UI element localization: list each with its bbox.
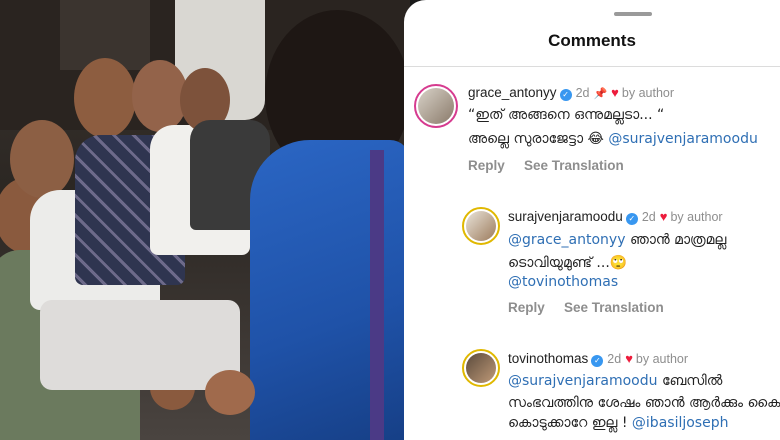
mention-tovinothomas[interactable]: @tovinothomas <box>508 274 618 290</box>
event-photo <box>0 0 410 440</box>
liked-by-author-label: by author <box>670 210 723 224</box>
comment-3-header: tovinothomas ✓ 2d ♥ by author <box>508 351 688 367</box>
liked-by-author-label: by author <box>635 352 689 366</box>
comment-text: ഞാൻ മാത്രമല്ല <box>629 232 727 248</box>
comment-3-line-1: @surajvenjaramoodu ബേസിൽ <box>508 373 722 389</box>
comment-2-line-1: @grace_antonyy ഞാൻ മാത്രമല്ല <box>508 232 726 248</box>
see-translation-button[interactable]: See Translation <box>564 300 664 315</box>
verified-badge-icon: ✓ <box>625 213 638 225</box>
liked-by-author-label: by author <box>621 86 675 100</box>
comment-text: ബേസിൽ <box>661 373 723 389</box>
avatar-image <box>466 353 496 383</box>
comment-text: കൊടുക്കാറേ ഇല്ല ! <box>508 415 628 431</box>
mention-surajvenjaramoodu[interactable]: @surajvenjaramoodu <box>508 373 658 389</box>
heart-icon: ♥ <box>625 351 633 366</box>
comment-3-line-3: കൊടുക്കാറേ ഇല്ല ! @ibasiljoseph <box>508 415 728 431</box>
avatar-tovinothomas[interactable] <box>462 349 500 387</box>
mention-surajvenjaramoodu[interactable]: @surajvenjaramoodu <box>608 131 758 147</box>
heart-icon: ♥ <box>659 209 668 224</box>
avatar-image <box>466 211 496 241</box>
avatar-image <box>418 88 454 124</box>
mention-ibasiljoseph[interactable]: @ibasiljoseph <box>632 415 729 431</box>
seated-man-2-head <box>10 120 74 198</box>
comment-3-line-2: സംഭവത്തിനു ശേഷം ഞാൻ ആർക്കും കൈ <box>508 395 780 411</box>
seated-man-3-head <box>74 58 136 138</box>
reply-button[interactable]: Reply <box>468 158 505 173</box>
handshake-hands <box>205 370 255 415</box>
verified-badge-icon: ✓ <box>559 89 572 101</box>
mention-grace-antonyy[interactable]: @grace_antonyy <box>508 232 625 248</box>
comment-2-line-2: ടൊവിയുമുണ്ട് ...🙄 <box>508 255 628 271</box>
avatar-surajvenjaramoodu[interactable] <box>462 207 500 245</box>
verified-badge-icon: ✓ <box>591 355 604 367</box>
pin-icon: 📌 <box>593 88 608 100</box>
username-grace-antonyy[interactable]: grace_antonyy <box>468 85 557 100</box>
comment-time: 2d <box>607 352 622 366</box>
woman-blue-saree <box>250 140 410 440</box>
woman-saree-border <box>370 150 384 440</box>
comment-1-line-2: അല്ലെ സുരാജേട്ടാ 😂 @surajvenjaramoodu <box>468 131 758 147</box>
comment-text: അല്ലെ സുരാജേട്ടാ 😂 <box>468 131 604 147</box>
sheet-drag-handle[interactable] <box>614 12 652 16</box>
comment-time: 2d <box>575 86 590 100</box>
comments-sheet: Comments grace_antonyy ✓ 2d 📌 ♥ by author “ഇത… <box>404 0 780 440</box>
heart-icon: ♥ <box>611 85 619 100</box>
username-surajvenjaramoodu[interactable]: surajvenjaramoodu <box>508 209 623 224</box>
reply-button[interactable]: Reply <box>508 300 545 315</box>
username-tovinothomas[interactable]: tovinothomas <box>508 351 588 366</box>
comment-2-header: surajvenjaramoodu ✓ 2d ♥ by author <box>508 209 723 225</box>
comment-1-header: grace_antonyy ✓ 2d 📌 ♥ by author <box>468 85 674 101</box>
white-sofa <box>40 300 240 390</box>
comment-1-line-1: “ഇത് അങ്ങനെ ഒന്നുമല്ലടാ... “ <box>468 107 665 123</box>
comment-time: 2d <box>641 210 656 224</box>
avatar-grace-antonyy[interactable] <box>414 84 458 128</box>
comments-title: Comments <box>548 31 636 50</box>
header-divider <box>404 66 780 67</box>
see-translation-button[interactable]: See Translation <box>524 158 624 173</box>
